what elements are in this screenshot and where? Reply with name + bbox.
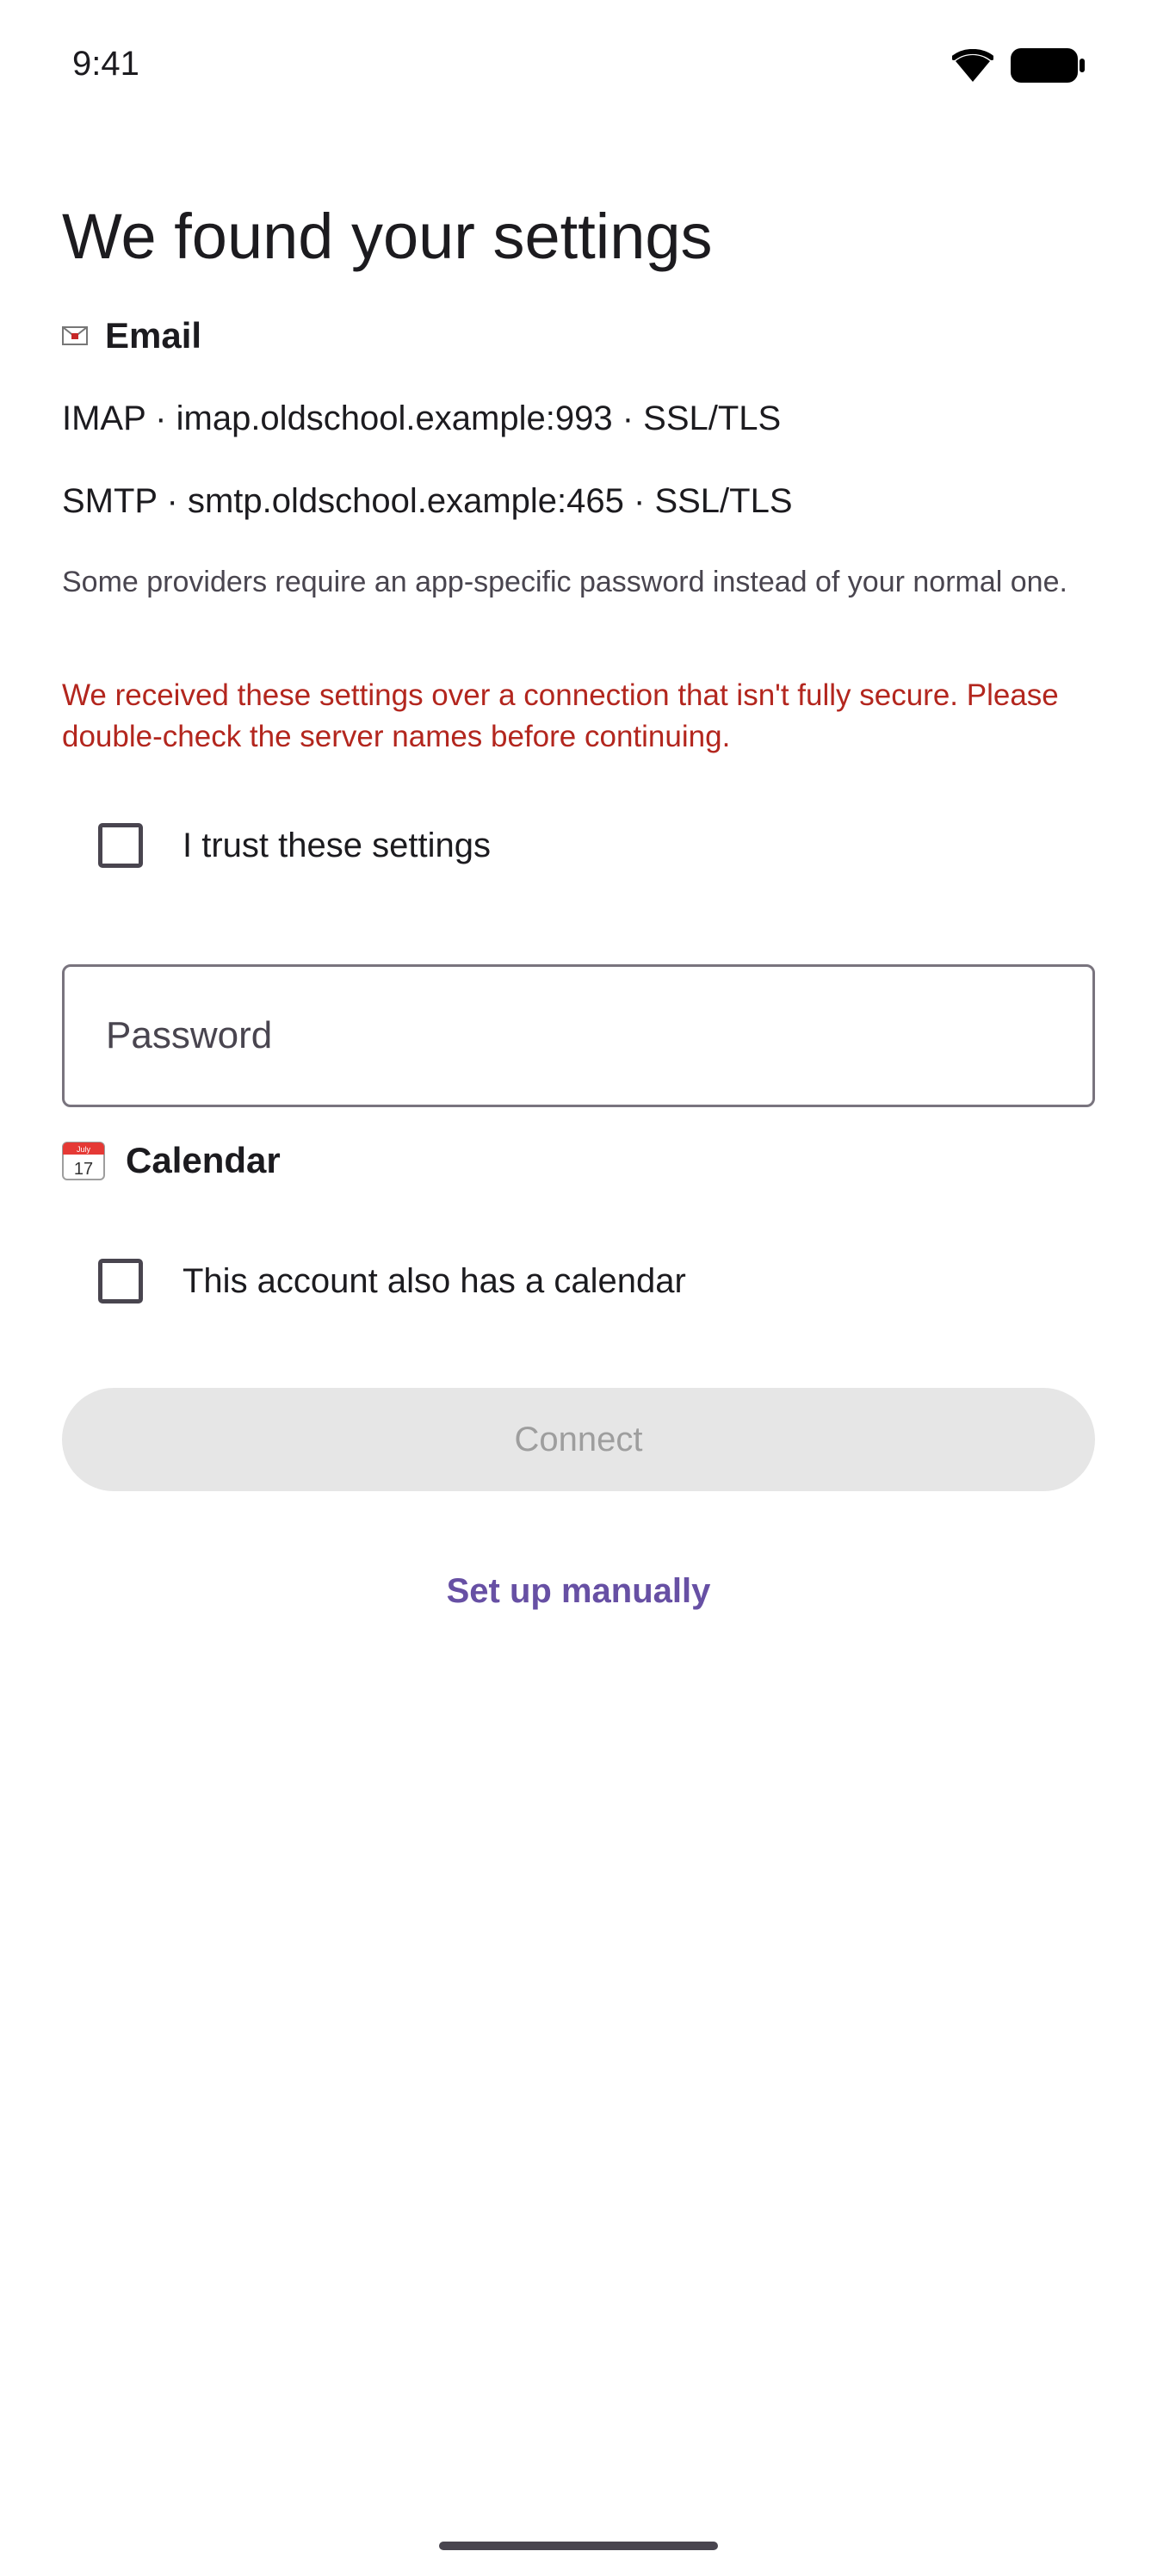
- trust-settings-label: I trust these settings: [183, 826, 491, 864]
- imap-settings: IMAP · imap.oldschool.example:993 · SSL/…: [62, 399, 782, 437]
- app-password-note: Some providers require an app-specific p…: [62, 566, 1067, 598]
- page-title: We found your settings: [62, 201, 713, 272]
- calendar-checkbox[interactable]: [98, 1259, 143, 1303]
- envelope-icon: [62, 326, 88, 345]
- smtp-settings: SMTP · smtp.oldschool.example:465 · SSL/…: [62, 482, 793, 520]
- home-indicator: [439, 2542, 718, 2550]
- battery-icon: [1011, 48, 1085, 87]
- email-section-header: Email: [62, 315, 201, 356]
- calendar-checkbox-label: This account also has a calendar: [183, 1261, 686, 1300]
- calendar-icon-month: July: [77, 1145, 91, 1154]
- calendar-section-label: Calendar: [126, 1140, 281, 1180]
- trust-settings-checkbox-row[interactable]: I trust these settings: [98, 823, 491, 868]
- calendar-icon: July 17: [62, 1141, 105, 1180]
- insecure-connection-warning: We received these settings over a connec…: [62, 678, 1059, 753]
- trust-settings-checkbox[interactable]: [98, 823, 143, 868]
- password-field[interactable]: [62, 964, 1095, 1107]
- wifi-icon: [951, 48, 994, 86]
- password-input[interactable]: [104, 1013, 1055, 1058]
- status-icons: [951, 48, 1085, 87]
- calendar-checkbox-row[interactable]: This account also has a calendar: [98, 1259, 686, 1303]
- connect-button[interactable]: Connect: [62, 1388, 1095, 1491]
- status-time: 9:41: [72, 45, 139, 83]
- status-bar: 9:41: [0, 0, 1157, 129]
- set-up-manually-link[interactable]: Set up manually: [62, 1572, 1095, 1611]
- email-section-label: Email: [105, 315, 202, 356]
- calendar-icon-day: 17: [74, 1160, 93, 1179]
- calendar-section-header: July 17 Calendar: [62, 1140, 281, 1181]
